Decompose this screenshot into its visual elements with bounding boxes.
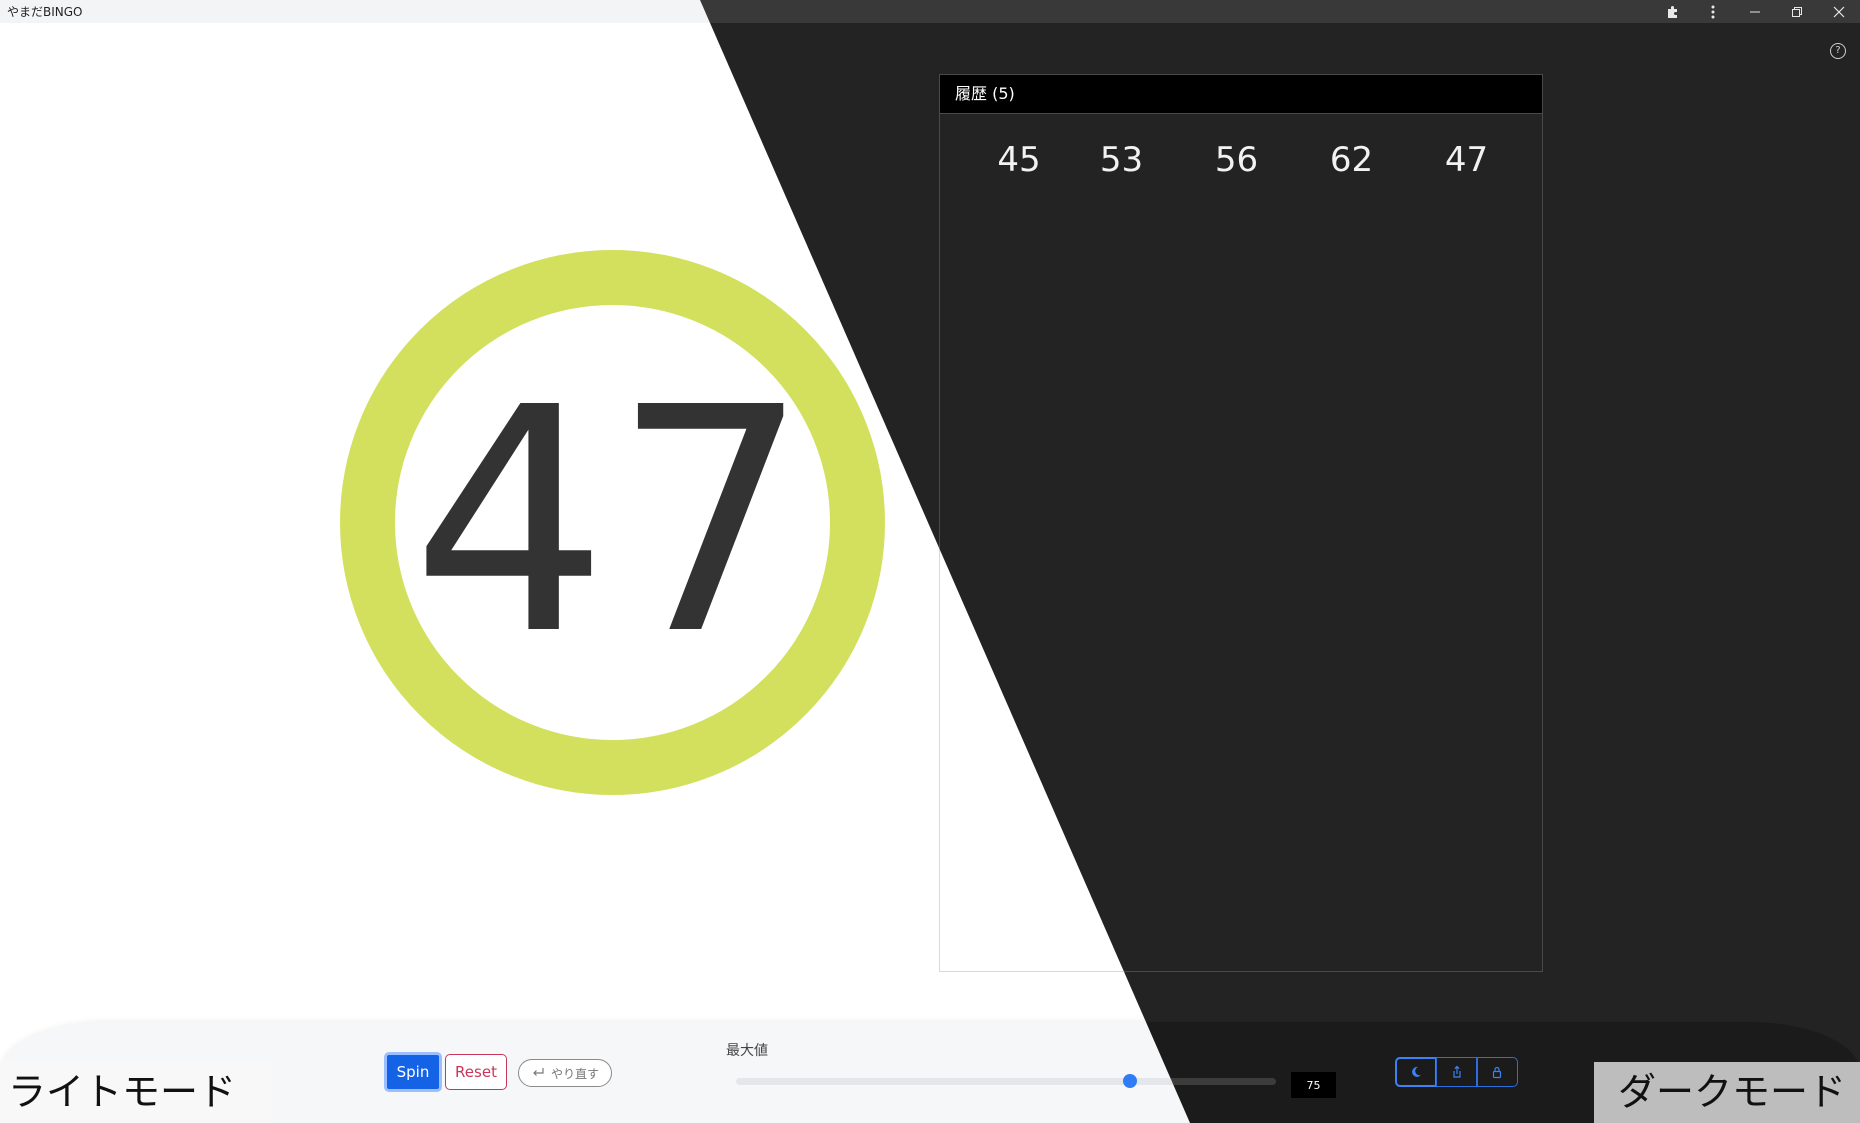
- lock-button[interactable]: [1476, 1057, 1518, 1087]
- history-item: 56: [1214, 140, 1259, 180]
- history-item: 62: [1329, 140, 1374, 180]
- lock-icon: [1492, 1066, 1502, 1079]
- reset-button[interactable]: Reset: [445, 1054, 507, 1090]
- share-button[interactable]: [1435, 1057, 1478, 1087]
- redo-button[interactable]: やり直す: [518, 1059, 612, 1087]
- history-list: 45 53 56 62 47: [940, 140, 1542, 180]
- more-vert-icon[interactable]: [1692, 0, 1734, 23]
- moon-icon: [1412, 1066, 1421, 1077]
- history-header: 履歴 (5): [940, 75, 1542, 114]
- dark-mode-caption: ダークモード: [1594, 1062, 1860, 1123]
- history-item: 53: [1099, 140, 1144, 180]
- history-item: 45: [997, 140, 1041, 180]
- help-icon[interactable]: ?: [1830, 43, 1846, 59]
- return-icon: [533, 1068, 544, 1076]
- max-value-label: 最大値: [726, 1043, 768, 1059]
- window-controls: [1654, 0, 1860, 23]
- minimize-icon[interactable]: [1734, 0, 1776, 23]
- close-icon[interactable]: [1818, 0, 1860, 23]
- share-icon: [1452, 1065, 1461, 1078]
- light-mode-caption: ライトモード: [0, 1062, 272, 1123]
- spin-button[interactable]: Spin: [384, 1052, 442, 1092]
- history-item: 47: [1444, 140, 1489, 180]
- current-number: 47: [411, 342, 814, 703]
- mode-button-group: [1395, 1057, 1518, 1087]
- redo-label: やり直す: [550, 1066, 599, 1081]
- dark-mode-button[interactable]: [1395, 1057, 1437, 1087]
- app-title: やまだBINGO: [7, 5, 83, 19]
- restore-icon[interactable]: [1776, 0, 1818, 23]
- extensions-icon[interactable]: [1654, 0, 1692, 23]
- max-value-display: 75: [1291, 1072, 1336, 1098]
